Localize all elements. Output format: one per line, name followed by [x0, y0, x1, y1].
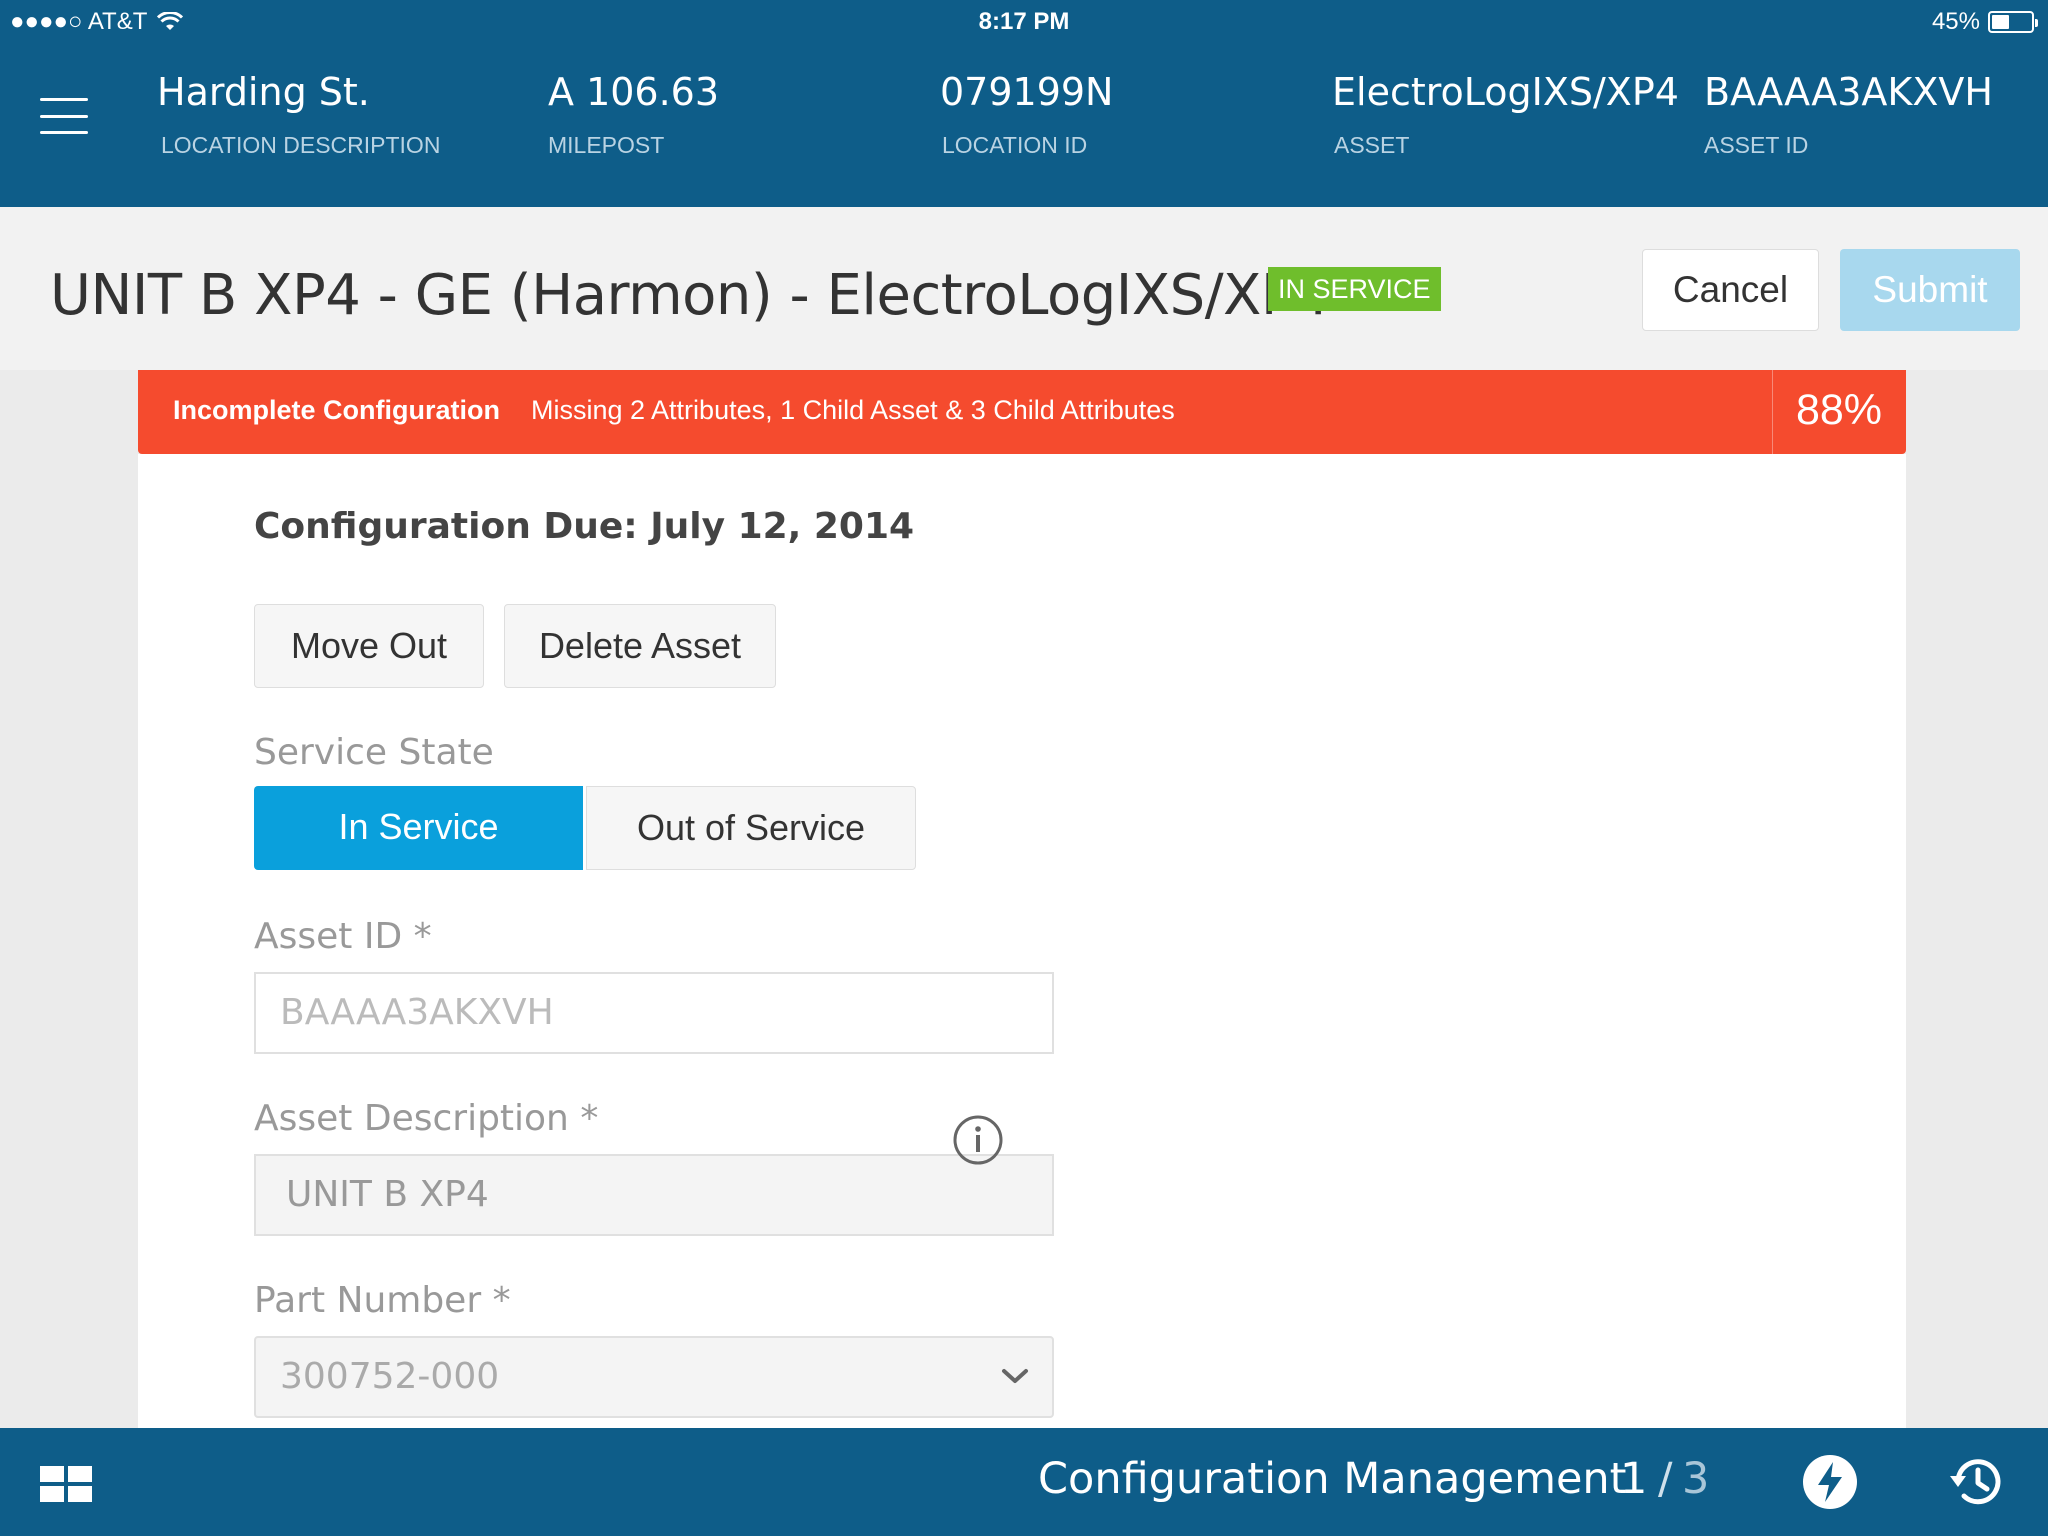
- incomplete-configuration-alert: Incomplete Configuration Missing 2 Attri…: [138, 370, 1906, 454]
- page-current: 1: [1620, 1454, 1648, 1504]
- asset-value: ElectroLogIXS/XP4: [1332, 70, 1679, 114]
- page-total: 3: [1682, 1454, 1710, 1504]
- page-separator: /: [1658, 1454, 1673, 1504]
- header-location-id: 079199N LOCATION ID: [940, 70, 1114, 159]
- asset-label: ASSET: [1334, 132, 1410, 158]
- battery-status: 45%: [1931, 8, 2038, 36]
- app-header: ●●●●○ AT&T 8:17 PM 45% Harding St. LOCAT…: [0, 0, 2048, 207]
- chevron-down-icon: [1002, 1369, 1028, 1383]
- submit-button[interactable]: Submit: [1840, 249, 2020, 331]
- completion-percent: 88%: [1795, 386, 1883, 434]
- grid-icon[interactable]: [40, 1466, 92, 1502]
- location-id-value: 079199N: [940, 70, 1114, 114]
- part-number-select[interactable]: 300752-000: [254, 1336, 1054, 1418]
- location-id-label: LOCATION ID: [942, 132, 1088, 158]
- milepost-value: A 106.63: [548, 70, 720, 114]
- header-asset-id: BAAAA3AKXVH ASSET ID: [1704, 70, 1993, 159]
- alert-title: Incomplete Configuration: [173, 395, 500, 425]
- in-service-toggle[interactable]: In Service: [254, 786, 583, 870]
- delete-asset-button[interactable]: Delete Asset: [504, 604, 776, 688]
- asset-description-label: Asset Description *: [254, 1098, 599, 1139]
- clock: 8:17 PM: [978, 8, 1070, 35]
- asset-id-label: ASSET ID: [1704, 132, 1809, 158]
- alert-message: Missing 2 Attributes, 1 Child Asset & 3 …: [531, 395, 1175, 425]
- battery-percent: 45%: [1931, 8, 1980, 35]
- service-state-label: Service State: [254, 732, 494, 773]
- header-location-description: Harding St. LOCATION DESCRIPTION: [157, 70, 440, 159]
- move-out-button[interactable]: Move Out: [254, 604, 484, 688]
- asset-id-input[interactable]: BAAAA3AKXVH: [254, 972, 1054, 1054]
- app-name: Configuration Management: [1038, 1454, 1627, 1504]
- cancel-button[interactable]: Cancel: [1642, 249, 1819, 331]
- out-of-service-toggle[interactable]: Out of Service: [586, 786, 916, 870]
- location-description-label: LOCATION DESCRIPTION: [161, 132, 441, 158]
- header-asset: ElectroLogIXS/XP4 ASSET: [1332, 70, 1679, 159]
- history-icon[interactable]: [1946, 1452, 2006, 1512]
- asset-id-value: BAAAA3AKXVH: [1704, 70, 1993, 114]
- asset-id-field-label: Asset ID *: [254, 916, 432, 957]
- bolt-icon[interactable]: [1802, 1454, 1858, 1510]
- battery-icon: [1988, 11, 2038, 33]
- bottom-bar: Configuration Management 1 / 3: [0, 1428, 2048, 1536]
- part-number-label: Part Number *: [254, 1280, 511, 1321]
- status-badge: IN SERVICE: [1268, 267, 1441, 311]
- part-number-value: 300752-000: [280, 1356, 500, 1397]
- header-milepost: A 106.63 MILEPOST: [548, 70, 719, 159]
- asset-description-input[interactable]: UNIT B XP4: [254, 1154, 1054, 1236]
- title-bar: UNIT B XP4 - GE (Harmon) - ElectroLogIXS…: [0, 207, 2048, 370]
- location-description-value: Harding St.: [157, 70, 370, 114]
- configuration-due: Configuration Due: July 12, 2014: [254, 506, 915, 547]
- milepost-label: MILEPOST: [548, 132, 665, 158]
- configuration-form: Configuration Due: July 12, 2014 Move Ou…: [138, 454, 1906, 1454]
- status-bar: ●●●●○ AT&T 8:17 PM 45%: [0, 0, 2048, 42]
- info-icon[interactable]: [952, 1114, 1004, 1166]
- page-title: UNIT B XP4 - GE (Harmon) - ElectroLogIXS…: [50, 263, 1330, 328]
- hamburger-icon[interactable]: [40, 98, 88, 134]
